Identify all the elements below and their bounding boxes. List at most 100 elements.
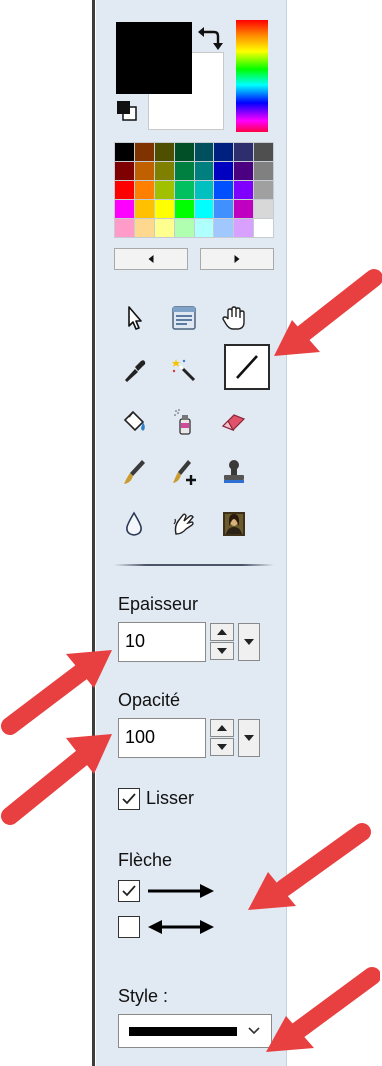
palette-swatch[interactable] bbox=[214, 143, 234, 161]
palette-swatch[interactable] bbox=[174, 200, 194, 218]
palette-swatch[interactable] bbox=[115, 219, 134, 237]
double-arrow-icon bbox=[148, 920, 214, 934]
select-tool-button[interactable] bbox=[114, 298, 154, 338]
palette-swatch[interactable] bbox=[254, 143, 273, 161]
spray-can-icon bbox=[174, 409, 191, 435]
style-label: Style : bbox=[118, 986, 169, 1006]
palette-swatch[interactable] bbox=[154, 143, 174, 161]
opacity-decrease-button[interactable] bbox=[210, 738, 234, 756]
palette-swatch[interactable] bbox=[214, 219, 234, 237]
thickness-label: Epaisseur bbox=[118, 594, 199, 614]
palette-swatch[interactable] bbox=[174, 162, 194, 180]
thickness-input[interactable]: 10 bbox=[118, 622, 206, 662]
smooth-checkbox[interactable] bbox=[118, 788, 140, 810]
panel-edge bbox=[286, 0, 287, 1066]
mona-lisa-icon bbox=[223, 512, 245, 536]
palette-swatch[interactable] bbox=[234, 200, 254, 218]
palette-swatch[interactable] bbox=[174, 143, 194, 161]
window-left-border bbox=[92, 0, 95, 1066]
pointer-icon bbox=[128, 306, 142, 330]
palette-swatch[interactable] bbox=[194, 162, 214, 180]
fill-tool-button[interactable] bbox=[114, 402, 154, 442]
chevron-down-icon bbox=[248, 1027, 260, 1035]
stamp-tool-button[interactable] bbox=[214, 452, 254, 492]
primary-color-swatch[interactable] bbox=[116, 22, 192, 94]
smudge-tool-button[interactable] bbox=[164, 504, 204, 544]
palette-swatch[interactable] bbox=[134, 143, 154, 161]
hand-icon bbox=[222, 306, 245, 330]
palette-swatch[interactable] bbox=[154, 162, 174, 180]
palette-swatch[interactable] bbox=[115, 143, 134, 161]
palette-swatch[interactable] bbox=[174, 181, 194, 199]
palette-swatch[interactable] bbox=[234, 181, 254, 199]
eraser-tool-button[interactable] bbox=[214, 402, 254, 442]
line-style-preview bbox=[129, 1027, 237, 1036]
blur-tool-button[interactable] bbox=[114, 504, 154, 544]
thickness-dropdown-button[interactable] bbox=[238, 623, 260, 661]
thickness-decrease-button[interactable] bbox=[210, 642, 234, 660]
palette-swatch[interactable] bbox=[214, 181, 234, 199]
palette-swatch[interactable] bbox=[154, 181, 174, 199]
opacity-spinner[interactable] bbox=[210, 719, 234, 757]
eyedropper-icon bbox=[125, 360, 146, 382]
brush-plus-tool-button[interactable] bbox=[164, 452, 204, 492]
palette-swatch[interactable] bbox=[194, 200, 214, 218]
checkmark-icon bbox=[122, 885, 136, 897]
double-arrow-checkbox[interactable] bbox=[118, 916, 140, 938]
color-picker-tool-button[interactable] bbox=[114, 350, 154, 390]
window-select-icon bbox=[172, 306, 196, 330]
palette-swatch[interactable] bbox=[194, 181, 214, 199]
palette-swatch[interactable] bbox=[115, 200, 134, 218]
line-tool-button[interactable] bbox=[224, 344, 270, 390]
palette-swatch[interactable] bbox=[134, 200, 154, 218]
line-style-select[interactable] bbox=[118, 1014, 272, 1048]
drop-icon bbox=[126, 511, 142, 536]
reset-colors-icon[interactable] bbox=[116, 100, 138, 122]
magic-wand-icon bbox=[172, 359, 196, 382]
palette-swatch[interactable] bbox=[134, 162, 154, 180]
eraser-icon bbox=[221, 414, 246, 432]
single-arrow-checkbox[interactable] bbox=[118, 880, 140, 902]
palette-swatch[interactable] bbox=[214, 200, 234, 218]
palette-swatch[interactable] bbox=[134, 219, 154, 237]
thickness-increase-button[interactable] bbox=[210, 623, 234, 641]
palette-swatch[interactable] bbox=[174, 219, 194, 237]
palette-scroll-left-button[interactable] bbox=[114, 248, 188, 270]
move-selection-tool-button[interactable] bbox=[164, 298, 204, 338]
arrow-label: Flèche bbox=[118, 850, 173, 870]
opacity-increase-button[interactable] bbox=[210, 719, 234, 737]
palette-swatch[interactable] bbox=[154, 219, 174, 237]
palette-swatch[interactable] bbox=[194, 143, 214, 161]
opacity-dropdown-button[interactable] bbox=[238, 719, 260, 757]
spray-tool-button[interactable] bbox=[164, 402, 204, 442]
pan-tool-button[interactable] bbox=[214, 298, 254, 338]
palette-scroll-right-button[interactable] bbox=[200, 248, 274, 270]
checkmark-icon bbox=[122, 793, 136, 805]
brush-tool-button[interactable] bbox=[114, 452, 154, 492]
palette-swatch[interactable] bbox=[254, 181, 273, 199]
image-tool-button[interactable] bbox=[214, 504, 254, 544]
thickness-spinner[interactable] bbox=[210, 623, 234, 661]
palette-swatch[interactable] bbox=[115, 162, 134, 180]
palette-swatch[interactable] bbox=[254, 200, 273, 218]
palette-swatch[interactable] bbox=[115, 181, 134, 199]
palette-swatch[interactable] bbox=[154, 200, 174, 218]
brush-icon bbox=[124, 460, 145, 484]
hue-spectrum-bar[interactable] bbox=[236, 20, 268, 132]
palette-swatch[interactable] bbox=[134, 181, 154, 199]
brush-plus-icon bbox=[173, 460, 196, 485]
paint-bucket-icon bbox=[123, 410, 145, 432]
opacity-input[interactable]: 100 bbox=[118, 718, 206, 758]
palette-swatch[interactable] bbox=[234, 219, 254, 237]
opacity-label: Opacité bbox=[118, 690, 181, 710]
palette-swatch[interactable] bbox=[254, 162, 273, 180]
swap-colors-icon[interactable] bbox=[196, 24, 224, 52]
palette-swatch[interactable] bbox=[214, 162, 234, 180]
magic-wand-tool-button[interactable] bbox=[164, 350, 204, 390]
palette-swatch[interactable] bbox=[234, 162, 254, 180]
palette-swatch[interactable] bbox=[254, 219, 273, 237]
color-palette[interactable] bbox=[114, 142, 274, 238]
palette-swatch[interactable] bbox=[234, 143, 254, 161]
line-icon bbox=[236, 355, 258, 379]
palette-swatch[interactable] bbox=[194, 219, 214, 237]
